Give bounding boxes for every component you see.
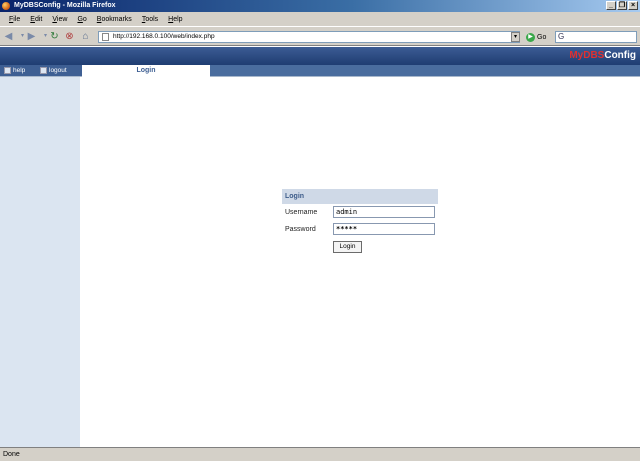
address-dropdown-icon[interactable]: ▾: [511, 32, 520, 42]
app-header: MyDBSConfig: [0, 47, 640, 65]
help-icon: [4, 67, 11, 74]
menu-bookmarks[interactable]: Bookmarks: [92, 16, 137, 23]
navigation-toolbar: ◀ ▾ ▶ ▾ ↻ ⊗ ⌂ http://192.168.0.100/web/i…: [0, 26, 640, 46]
firefox-icon: [2, 2, 10, 10]
go-arrow-icon: ▶: [526, 32, 535, 42]
address-url: http://192.168.0.100/web/index.php: [113, 33, 215, 40]
page-icon: [102, 33, 109, 41]
username-label: Username: [285, 209, 318, 216]
status-bar: Done: [0, 447, 640, 461]
go-label: Go: [537, 33, 547, 41]
username-row: Username admin: [282, 204, 438, 221]
menu-view[interactable]: View: [47, 16, 72, 23]
stop-icon[interactable]: ⊗: [64, 31, 75, 42]
brand-text-red: MyDBS: [569, 50, 605, 61]
maximize-button[interactable]: ❐: [617, 1, 627, 10]
menu-help[interactable]: Help: [163, 16, 187, 23]
close-button[interactable]: ×: [628, 1, 638, 10]
login-heading: Login: [282, 189, 438, 204]
menu-edit[interactable]: Edit: [25, 16, 47, 23]
back-arrow-icon[interactable]: ◀: [3, 31, 14, 42]
password-label: Password: [285, 226, 316, 233]
search-input[interactable]: G: [555, 31, 637, 43]
logout-label: logout: [49, 67, 67, 74]
minimize-button[interactable]: _: [606, 1, 616, 10]
login-button[interactable]: Login: [333, 241, 362, 253]
password-row: Password *****: [282, 221, 438, 238]
sidebar: [0, 77, 80, 447]
home-icon[interactable]: ⌂: [80, 31, 91, 42]
menu-file[interactable]: File: [4, 16, 25, 23]
go-button[interactable]: ▶ Go: [526, 31, 546, 43]
status-text: Done: [3, 451, 20, 458]
menu-bar: File Edit View Go Bookmarks Tools Help: [0, 12, 640, 26]
logout-link[interactable]: logout: [40, 66, 67, 75]
window-title: MyDBSConfig - Mozilla Firefox: [14, 2, 116, 9]
app-nav-strip: help logout Login: [0, 65, 640, 77]
logout-icon: [40, 67, 47, 74]
window-titlebar: MyDBSConfig - Mozilla Firefox _ ❐ ×: [0, 0, 640, 12]
menu-tools[interactable]: Tools: [137, 16, 163, 23]
tab-login[interactable]: Login: [82, 65, 210, 77]
reload-icon[interactable]: ↻: [49, 31, 60, 42]
brand-text-white: Config: [604, 50, 636, 61]
brand-logo: MyDBSConfig: [569, 49, 636, 63]
help-link[interactable]: help: [4, 66, 25, 75]
help-label: help: [13, 67, 26, 74]
menu-go[interactable]: Go: [72, 16, 91, 23]
password-field[interactable]: *****: [333, 223, 435, 235]
nav-right-band: [210, 65, 640, 76]
username-field[interactable]: admin: [333, 206, 435, 218]
window-controls: _ ❐ ×: [606, 1, 638, 10]
google-search-icon: G: [558, 32, 565, 41]
main-content: [80, 77, 640, 447]
address-bar[interactable]: http://192.168.0.100/web/index.php: [98, 31, 520, 43]
forward-arrow-icon[interactable]: ▶: [26, 31, 37, 42]
login-form: Login Username admin Password ***** Logi…: [282, 189, 438, 253]
